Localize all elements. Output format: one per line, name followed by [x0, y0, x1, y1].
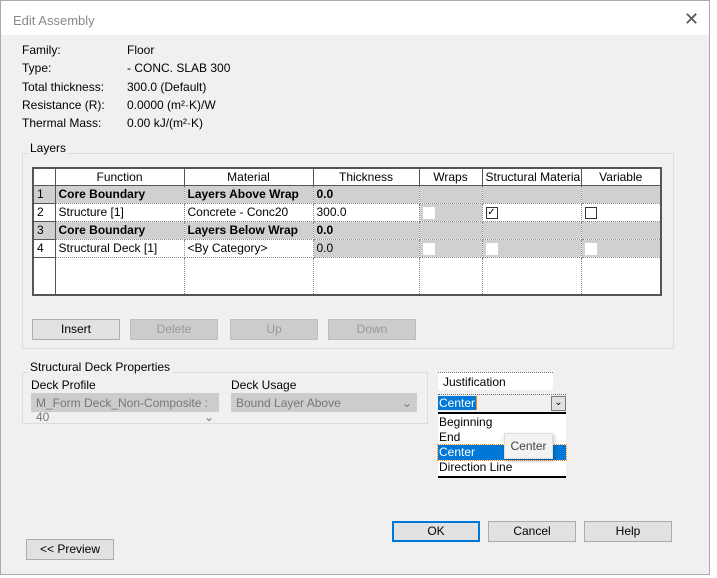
title-bar	[1, 1, 709, 35]
column-header[interactable]	[32, 167, 56, 186]
thickness-cell[interactable]: 0.0	[312, 238, 420, 258]
chevron-down-icon: ⌄	[401, 396, 412, 410]
column-header[interactable]: Variable	[580, 167, 662, 186]
material-cell[interactable]: Layers Below Wrap	[183, 220, 314, 240]
checkbox[interactable]	[584, 242, 597, 255]
cancel-button[interactable]: Cancel	[488, 521, 576, 542]
wraps-cell	[418, 238, 483, 258]
chevron-down-icon[interactable]: ⌄	[551, 396, 566, 411]
prop-label: Family:	[22, 43, 61, 57]
insert-button[interactable]: Insert	[32, 319, 120, 340]
justification-value: Center	[438, 396, 478, 410]
close-icon[interactable]: ✕	[684, 9, 699, 30]
checkbox[interactable]	[422, 206, 435, 219]
prop-value: 300.0 (Default)	[127, 79, 207, 94]
row-number: 4	[32, 238, 56, 258]
up-button[interactable]: Up	[230, 319, 318, 340]
down-button[interactable]: Down	[328, 319, 416, 340]
justification-option[interactable]: Direction Line	[438, 460, 566, 475]
variable-cell	[580, 202, 662, 222]
function-cell[interactable]: Core Boundary	[54, 184, 185, 204]
column-header[interactable]: Function	[54, 167, 185, 186]
structural-deck-title: Structural Deck Properties	[28, 360, 173, 374]
table-row[interactable]: 4 Structural Deck [1] <By Category> 0.0	[32, 238, 662, 258]
prop-value: 0.0000 (m²·K)/W	[127, 97, 216, 112]
checked-checkbox[interactable]: ✓	[485, 206, 498, 219]
structural-material-cell: ✓	[481, 202, 582, 222]
thickness-cell[interactable]: 300.0	[312, 202, 420, 222]
function-cell[interactable]: Structural Deck [1]	[54, 238, 185, 258]
table-row[interactable]: 2 Structure [1] Concrete - Conc20 300.0 …	[32, 202, 662, 222]
justification-label: Justification	[438, 372, 553, 390]
thickness-cell[interactable]: 0.0	[312, 220, 420, 240]
material-cell[interactable]: <By Category>	[183, 238, 314, 258]
deck-profile-label: Deck Profile	[31, 378, 96, 392]
checkbox[interactable]	[584, 206, 597, 219]
tooltip: Center	[504, 433, 553, 459]
material-cell[interactable]: Layers Above Wrap	[183, 184, 314, 204]
empty-row	[32, 256, 662, 296]
prop-label: Thermal Mass:	[22, 116, 102, 131]
deck-usage-value: Bound Layer Above	[236, 396, 341, 410]
dialog-title: Edit Assembly	[13, 13, 95, 28]
function-cell[interactable]: Structure [1]	[54, 202, 185, 222]
row-number: 3	[32, 220, 56, 240]
row-number: 2	[32, 202, 56, 222]
checkbox[interactable]	[485, 242, 498, 255]
function-cell[interactable]: Core Boundary	[54, 220, 185, 240]
wraps-cell	[418, 202, 483, 222]
row-number: 1	[32, 184, 56, 204]
ok-button[interactable]: OK	[392, 521, 480, 542]
prop-value: - CONC. SLAB 300	[127, 61, 231, 76]
thickness-cell[interactable]: 0.0	[312, 184, 420, 204]
structural-material-cell	[481, 238, 582, 258]
prop-label: Type:	[22, 61, 52, 76]
table-row[interactable]: 1 Core Boundary Layers Above Wrap 0.0	[32, 184, 662, 204]
justification-select[interactable]: Center ⌄	[438, 394, 566, 412]
column-header[interactable]: Structural Material	[481, 167, 582, 186]
deck-profile-select[interactable]: M_Form Deck_Non-Composite : 40 ⌄	[31, 393, 219, 424]
help-button[interactable]: Help	[584, 521, 672, 542]
layers-table: Function Material Thickness Wraps Structural…	[32, 167, 662, 296]
column-header[interactable]: Wraps	[418, 167, 483, 186]
column-header[interactable]: Thickness	[312, 167, 420, 186]
table-row[interactable]: 3 Core Boundary Layers Below Wrap 0.0	[32, 220, 662, 240]
variable-cell	[580, 238, 662, 258]
prop-value: 0.00 kJ/(m²·K)	[127, 116, 204, 131]
checkbox[interactable]	[422, 242, 435, 255]
preview-button[interactable]: << Preview	[26, 539, 114, 560]
prop-value: Floor	[127, 43, 155, 57]
deck-usage-select[interactable]: Bound Layer Above ⌄	[231, 393, 417, 412]
deck-usage-label: Deck Usage	[231, 378, 297, 392]
chevron-down-icon: ⌄	[203, 410, 214, 424]
material-cell[interactable]: Concrete - Conc20	[183, 202, 314, 222]
justification-option[interactable]: Beginning	[438, 415, 566, 430]
column-header[interactable]: Material	[183, 167, 314, 186]
delete-button[interactable]: Delete	[130, 319, 218, 340]
prop-label: Resistance (R):	[22, 97, 105, 112]
layers-group-title: Layers	[28, 141, 69, 155]
prop-label: Total thickness:	[22, 79, 105, 94]
